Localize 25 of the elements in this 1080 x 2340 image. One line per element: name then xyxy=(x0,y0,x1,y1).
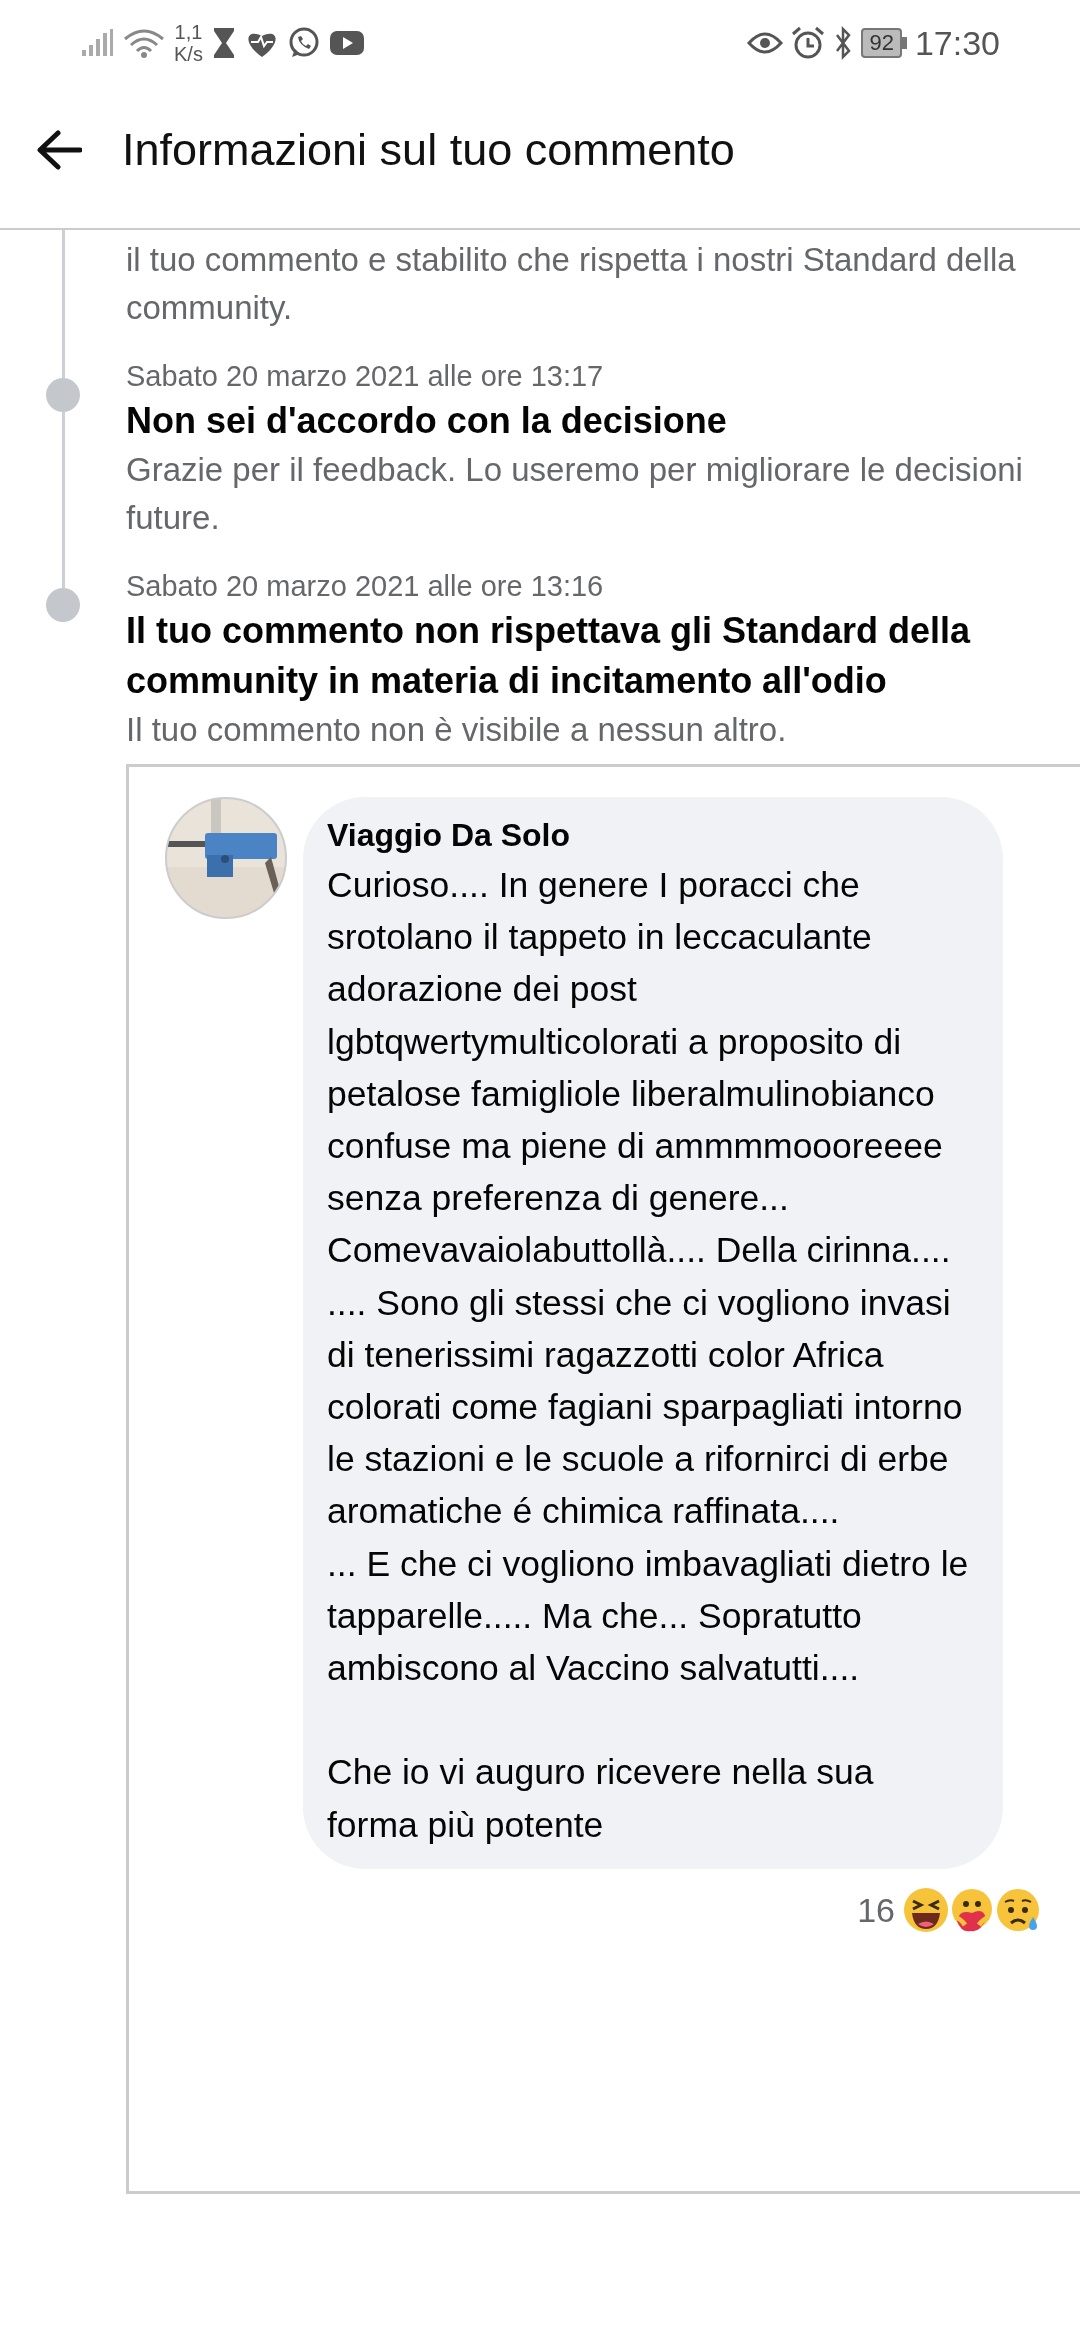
battery-tip-icon xyxy=(901,37,907,49)
event-description: Grazie per il feedback. Lo useremo per migliorare le decisioni future. xyxy=(126,450,1024,538)
event-title: Non sei d'accordo con la decisione xyxy=(126,399,728,443)
event-title: Il tuo commento non rispettava gli Standard della community in materia di incitamento all'odio xyxy=(126,609,972,703)
hugging-face-icon xyxy=(949,1887,995,1934)
crying-face-icon xyxy=(995,1887,1041,1934)
event-description: il tuo commento e stabilito che rispetta i nostri Standard della community. xyxy=(126,240,1017,328)
play-icon xyxy=(328,29,365,57)
event-date: Sabato 20 marzo 2021 alle ore 13:16 xyxy=(126,569,605,604)
event-description: Il tuo commento non è visibile a nessun altro. xyxy=(126,710,788,750)
back-button[interactable] xyxy=(36,130,82,170)
clock-text: 17:30 xyxy=(914,22,1000,64)
alarm-icon xyxy=(791,26,826,60)
wifi-icon xyxy=(122,27,166,59)
page-title: Informazioni sul tuo commento xyxy=(122,123,735,178)
comment-text: Curioso.... In genere I poracci che srotolano il tappeto in leccaculante adorazione dei post lgbtqwertymulticolorati a proposito di petalose famigliole liberalmulinobianco confuse ma piene di ammmmoooreeee senza preferenza di genere... Comevavaiolabuttollà.... Della cirinna.... .... Sono gli stessi che ci vogliono invasi di tenerissimi ragazzotti color Africa colorati come fagiani sparpagliati intorno le stazioni e le scuole a rifornirci di erbe aromatiche é chimica raffinata.... ... E che ci vogliono imbavagliati dietro le tapparelle..... Ma che... Sopratutto ambiscono al Vaccino salvatutti.... Che io vi auguro ricevere nella sua forma più potente xyxy=(327,864,970,1847)
signal-icon xyxy=(80,28,114,58)
comment-author: Viaggio Da Solo xyxy=(327,816,571,855)
reaction-count: 16 xyxy=(857,1889,895,1931)
eye-icon xyxy=(747,30,784,56)
event-date: Sabato 20 marzo 2021 alle ore 13:17 xyxy=(126,359,605,394)
network-speed-text: 1,1 xyxy=(174,21,203,43)
laughing-face-icon xyxy=(903,1887,949,1934)
network-speed-text: K/s xyxy=(174,43,203,65)
battery-indicator: 92 xyxy=(861,28,902,58)
